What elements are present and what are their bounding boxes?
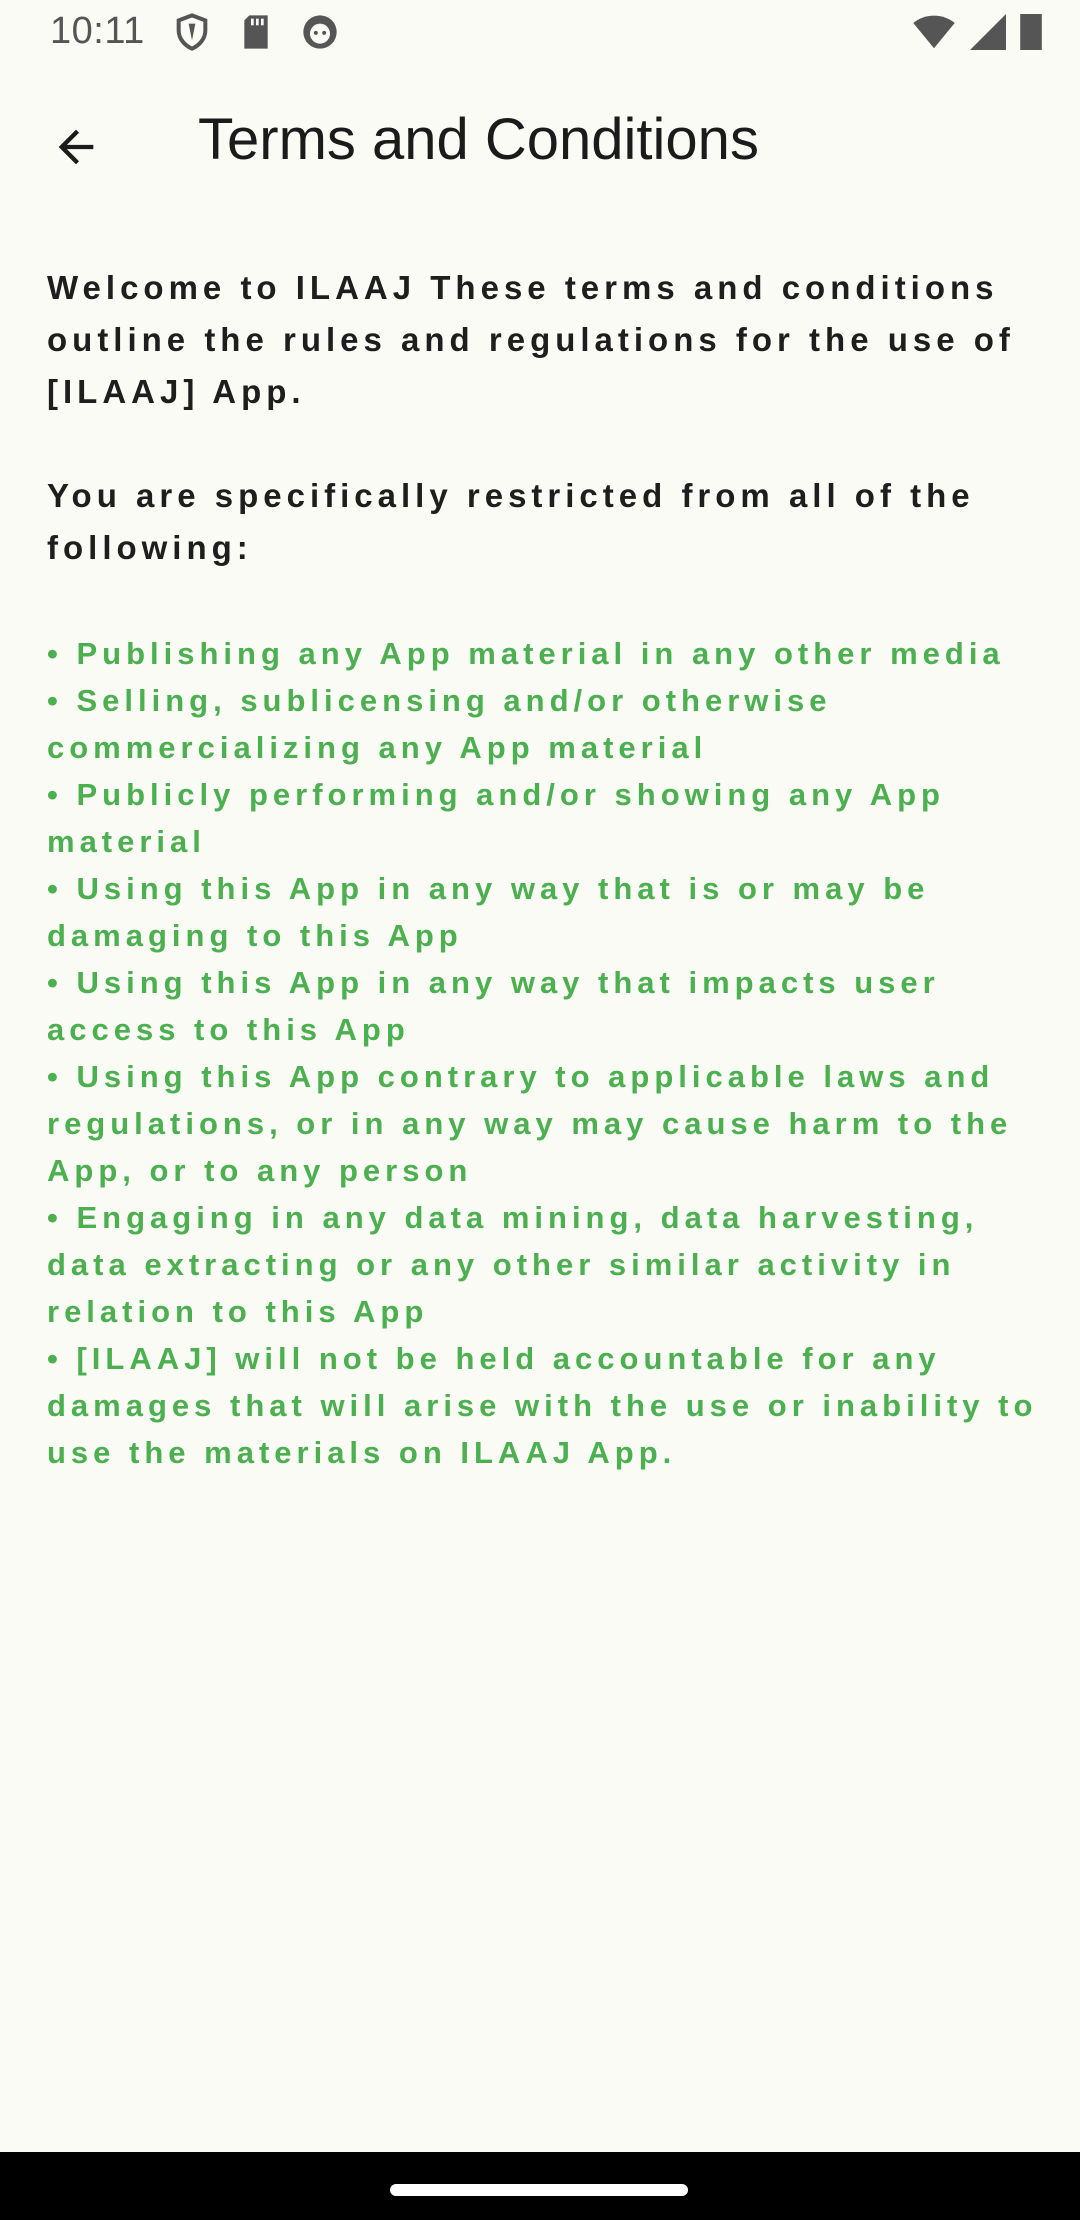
cell-signal-icon [970, 14, 1006, 55]
list-item: • Publishing any App material in any oth… [47, 636, 1005, 671]
list-item: • Using this App contrary to applicable … [47, 1059, 1013, 1188]
list-item: • Selling, sublicensing and/or otherwise… [47, 683, 832, 765]
status-icons-left [172, 12, 340, 52]
shield-icon [172, 12, 212, 52]
list-item: • Using this App in any way that is or m… [47, 871, 930, 953]
wifi-icon [912, 14, 956, 55]
sd-card-icon [236, 12, 276, 52]
page-title: Terms and Conditions [198, 107, 759, 172]
back-button[interactable] [36, 109, 116, 189]
terms-content: Welcome to ILAAJ These terms and conditi… [47, 262, 1047, 1476]
status-time: 10:11 [50, 10, 145, 52]
battery-icon [1020, 14, 1042, 55]
restriction-heading: You are specifically restricted from all… [47, 477, 975, 566]
app-bar: Terms and Conditions [0, 66, 1080, 216]
android-icon [300, 12, 340, 52]
restrictions-list: • Publishing any App material in any oth… [47, 630, 1047, 1476]
arrow-left-icon [50, 121, 102, 178]
intro-text: Welcome to ILAAJ These terms and conditi… [47, 269, 1015, 410]
home-gesture-handle[interactable] [390, 2184, 688, 2196]
status-icons-right [912, 14, 1042, 55]
list-item: • Publicly performing and/or showing any… [47, 777, 945, 859]
status-bar: 10:11 [0, 0, 1080, 66]
list-item: • [ILAAJ] will not be held accountable f… [47, 1341, 1038, 1470]
list-item: • Using this App in any way that impacts… [47, 965, 940, 1047]
navigation-bar [0, 2152, 1080, 2220]
list-item: • Engaging in any data mining, data harv… [47, 1200, 979, 1329]
